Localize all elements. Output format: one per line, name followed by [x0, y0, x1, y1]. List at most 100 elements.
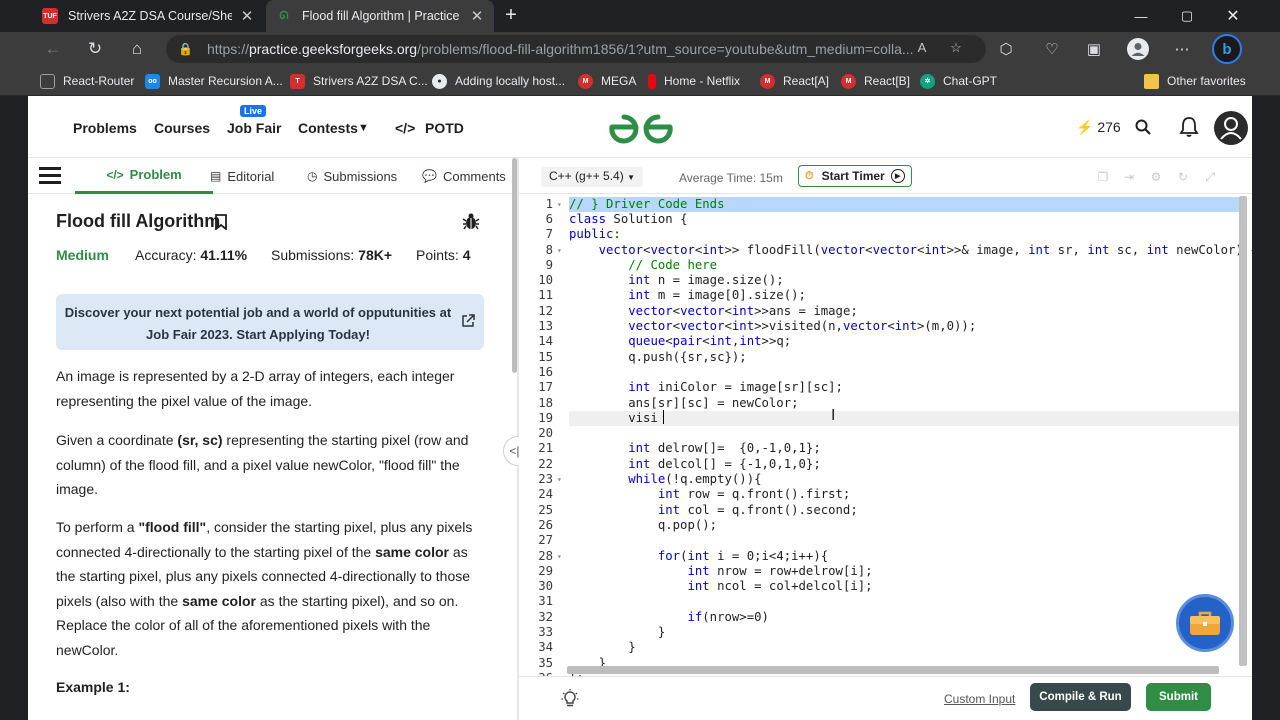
code-line[interactable]: queue<pair<int,int>>q;	[569, 334, 791, 349]
briefcase-fab-icon[interactable]	[1176, 594, 1234, 652]
avatar[interactable]	[1214, 111, 1248, 145]
bookmark-icon[interactable]	[214, 214, 228, 231]
code-line[interactable]: vector<vector<int>>ans = image;	[569, 304, 858, 319]
code-line[interactable]: while(!q.empty()){	[569, 472, 761, 487]
code-line[interactable]: int col = q.front().second;	[569, 503, 858, 518]
tab-close-icon[interactable]: ✕	[470, 7, 484, 25]
hamburger-menu-icon[interactable]	[39, 167, 61, 185]
code-line[interactable]: int m = image[0].size();	[569, 288, 806, 303]
browser-essentials-icon[interactable]: ♡	[1040, 37, 1064, 61]
reset-icon[interactable]: ↻	[1176, 170, 1190, 184]
bookmark-master-recursion[interactable]: oo Master Recursion A...	[145, 72, 283, 90]
favorite-star-icon[interactable]: ☆	[946, 40, 966, 58]
bookmark-chat-gpt[interactable]: ✲ Chat-GPT	[920, 72, 997, 90]
notification-bell-icon[interactable]	[1176, 114, 1202, 140]
code-line[interactable]: visi	[569, 410, 1239, 427]
code-line[interactable]: int row = q.front().first;	[569, 487, 851, 502]
import-icon[interactable]: ⇥	[1122, 170, 1136, 184]
editor-vertical-scrollbar[interactable]	[1239, 196, 1247, 666]
search-icon[interactable]	[1130, 114, 1156, 140]
report-bug-icon[interactable]	[462, 212, 480, 230]
fold-arrow-icon[interactable]: ▾	[557, 472, 562, 487]
code-line[interactable]: int iniColor = image[sr][sc];	[569, 380, 843, 395]
maximize-icon[interactable]: ▢	[1164, 0, 1210, 32]
code-line[interactable]: int delcol[] = {-1,0,1,0};	[569, 457, 821, 472]
mega-icon: M	[578, 73, 593, 89]
bookmark-github[interactable]: ● Adding locally host...	[432, 72, 565, 90]
fold-arrow-icon[interactable]: ▾	[557, 243, 562, 258]
openai-icon: ✲	[920, 73, 935, 89]
code-line[interactable]: // Code here	[569, 258, 717, 273]
job-fair-banner[interactable]: Discover your next potential job and a w…	[56, 294, 484, 350]
bookmark-react-a[interactable]: M React[A]	[760, 72, 829, 90]
url-field[interactable]: 🔒 https://practice.geeksforgeeks.org/pro…	[166, 35, 986, 63]
fold-arrow-icon[interactable]: ▾	[557, 197, 562, 212]
code-line[interactable]: vector<vector<int>> floodFill(vector<vec…	[569, 243, 1252, 258]
home-icon[interactable]: ⌂	[124, 36, 150, 62]
custom-input-link[interactable]: Custom Input	[944, 692, 1015, 706]
submit-button[interactable]: Submit	[1146, 683, 1211, 711]
tab-close-icon[interactable]: ✕	[240, 7, 254, 25]
other-favorites[interactable]: Other favorites	[1144, 72, 1246, 90]
code-line[interactable]: public:	[569, 227, 621, 242]
tab-editorial[interactable]: ▤ Editorial	[210, 158, 274, 194]
copy-icon[interactable]: ❐	[1096, 170, 1110, 184]
code-line[interactable]: vector<vector<int>>visited(n,vector<int>…	[569, 319, 976, 334]
code-line[interactable]: class Solution {	[569, 212, 687, 227]
reload-icon[interactable]: ↻	[82, 36, 108, 62]
line-number: 18	[538, 395, 553, 410]
settings-icon[interactable]: ⚙	[1149, 170, 1163, 184]
gfg-logo-icon[interactable]	[606, 108, 676, 146]
site-header: Problems Courses Live Job Fair Contests …	[28, 96, 1252, 158]
fold-arrow-icon[interactable]: ▾	[557, 549, 562, 564]
tab-flood-fill[interactable]: ᘏ Flood fill Algorithm | Practice | G ✕	[266, 0, 494, 32]
code-line[interactable]: ans[sr][sc] = newColor;	[569, 396, 798, 411]
code-line[interactable]: }	[569, 625, 665, 640]
profile-icon[interactable]	[1126, 37, 1150, 61]
new-tab-icon[interactable]: +	[500, 4, 522, 26]
code-line[interactable]: int nrow = row+delrow[i];	[569, 564, 872, 579]
fullscreen-icon[interactable]: ⤢	[1203, 170, 1217, 184]
minimize-icon[interactable]: —	[1118, 0, 1164, 32]
code-line-selected[interactable]: // } Driver Code Ends	[569, 196, 1239, 212]
bookmark-react-b[interactable]: M React[B]	[841, 72, 910, 90]
bookmark-netflix[interactable]: Home - Netflix	[648, 72, 740, 90]
code-editor[interactable]: 1 ▾ 6 7 8 ▾ 9 10 11 12 13 14 15 16 17 18 19 20 21 22 23 ▾ 24 25…	[519, 194, 1252, 685]
code-line[interactable]: }	[569, 640, 635, 655]
lightbulb-icon[interactable]	[561, 689, 579, 709]
bookmark-react-router[interactable]: React-Router	[40, 72, 134, 90]
tab-strivers[interactable]: TUF Strivers A2Z DSA Course/Sheet - ✕	[32, 0, 264, 32]
window-close-icon[interactable]: ✕	[1210, 0, 1256, 32]
nav-contests[interactable]: Contests	[298, 120, 358, 136]
nav-problems[interactable]: Problems	[73, 120, 137, 136]
extensions-icon[interactable]: ⬡	[994, 37, 1018, 61]
line-number: 30	[538, 579, 553, 594]
nav-courses[interactable]: Courses	[154, 120, 210, 136]
nav-job-fair[interactable]: Job Fair	[227, 120, 281, 136]
code-line[interactable]: q.pop();	[569, 518, 717, 533]
code-line[interactable]: if(nrow>=0)	[569, 610, 768, 625]
back-icon[interactable]: ←	[40, 36, 66, 62]
code-line[interactable]: q.push({sr,sc});	[569, 350, 746, 365]
start-timer-button[interactable]: ⏱ Start Timer ▶	[798, 165, 912, 187]
read-aloud-icon[interactable]: A	[912, 40, 932, 58]
more-menu-icon[interactable]: ⋯	[1170, 37, 1194, 61]
bing-copilot-icon[interactable]: b	[1212, 34, 1242, 64]
code-line[interactable]: int ncol = col+delcol[i];	[569, 579, 872, 594]
collections-icon[interactable]: ▣	[1082, 37, 1106, 61]
nav-potd[interactable]: POTD	[425, 120, 464, 136]
code-line[interactable]: int delrow[]= {0,-1,0,1};	[569, 441, 821, 456]
editor-horizontal-scrollbar[interactable]	[567, 666, 1219, 674]
bookmark-mega[interactable]: M MEGA	[578, 72, 636, 90]
compile-run-button[interactable]: Compile & Run	[1030, 683, 1131, 711]
tab-comments[interactable]: 💬 Comments	[422, 158, 506, 194]
tab-problem[interactable]: </> Problem	[75, 158, 213, 194]
streak-count[interactable]: ⚡ 276	[1076, 119, 1121, 136]
code-line[interactable]: for(int i = 0;i<4;i++){	[569, 549, 828, 564]
language-select[interactable]: C++ (g++ 5.4) ▼	[541, 167, 643, 187]
tab-submissions[interactable]: ◷ Submissions	[307, 158, 397, 194]
code-line[interactable]: int n = image.size();	[569, 273, 783, 288]
chevron-down-icon[interactable]: ▼	[358, 122, 369, 134]
bookmark-strivers[interactable]: T Strivers A2Z DSA C...	[290, 72, 428, 90]
line-number: 6	[545, 211, 553, 226]
